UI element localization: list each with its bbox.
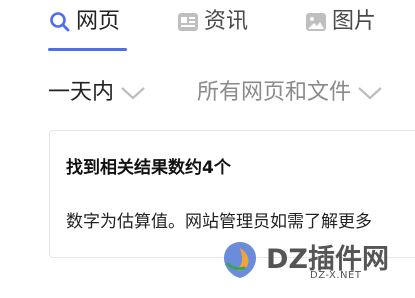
image-icon	[306, 13, 326, 31]
tab-label: 资讯	[204, 9, 249, 34]
watermark-logo-icon	[224, 242, 256, 278]
file-type-filter-label: 所有网页和文件	[197, 80, 352, 105]
watermark-domain: DZ-X.NET	[310, 270, 362, 281]
time-filter-label: 一天内	[48, 80, 115, 105]
chevron-down-icon	[121, 87, 145, 100]
chevron-down-icon	[358, 87, 382, 100]
news-icon	[178, 13, 198, 31]
file-type-filter-dropdown[interactable]: 所有网页和文件	[197, 78, 383, 108]
result-count-title: 找到相关结果数约4个	[66, 158, 231, 178]
time-filter-dropdown[interactable]: 一天内	[48, 78, 146, 108]
tab-label: 图片	[332, 9, 377, 34]
active-tab-indicator	[48, 48, 127, 51]
watermark: DZ插件网 DZ-X.NET	[216, 236, 415, 292]
result-count-note: 数字为估算值。网站管理员如需了解更多	[66, 212, 372, 232]
tab-bar: 网页 资讯 图片	[0, 0, 415, 56]
tab-images[interactable]: 图片	[304, 4, 376, 40]
search-icon	[50, 12, 70, 32]
tab-news[interactable]: 资讯	[176, 4, 248, 40]
tab-label: 网页	[76, 9, 121, 34]
tab-web[interactable]: 网页	[48, 4, 120, 40]
